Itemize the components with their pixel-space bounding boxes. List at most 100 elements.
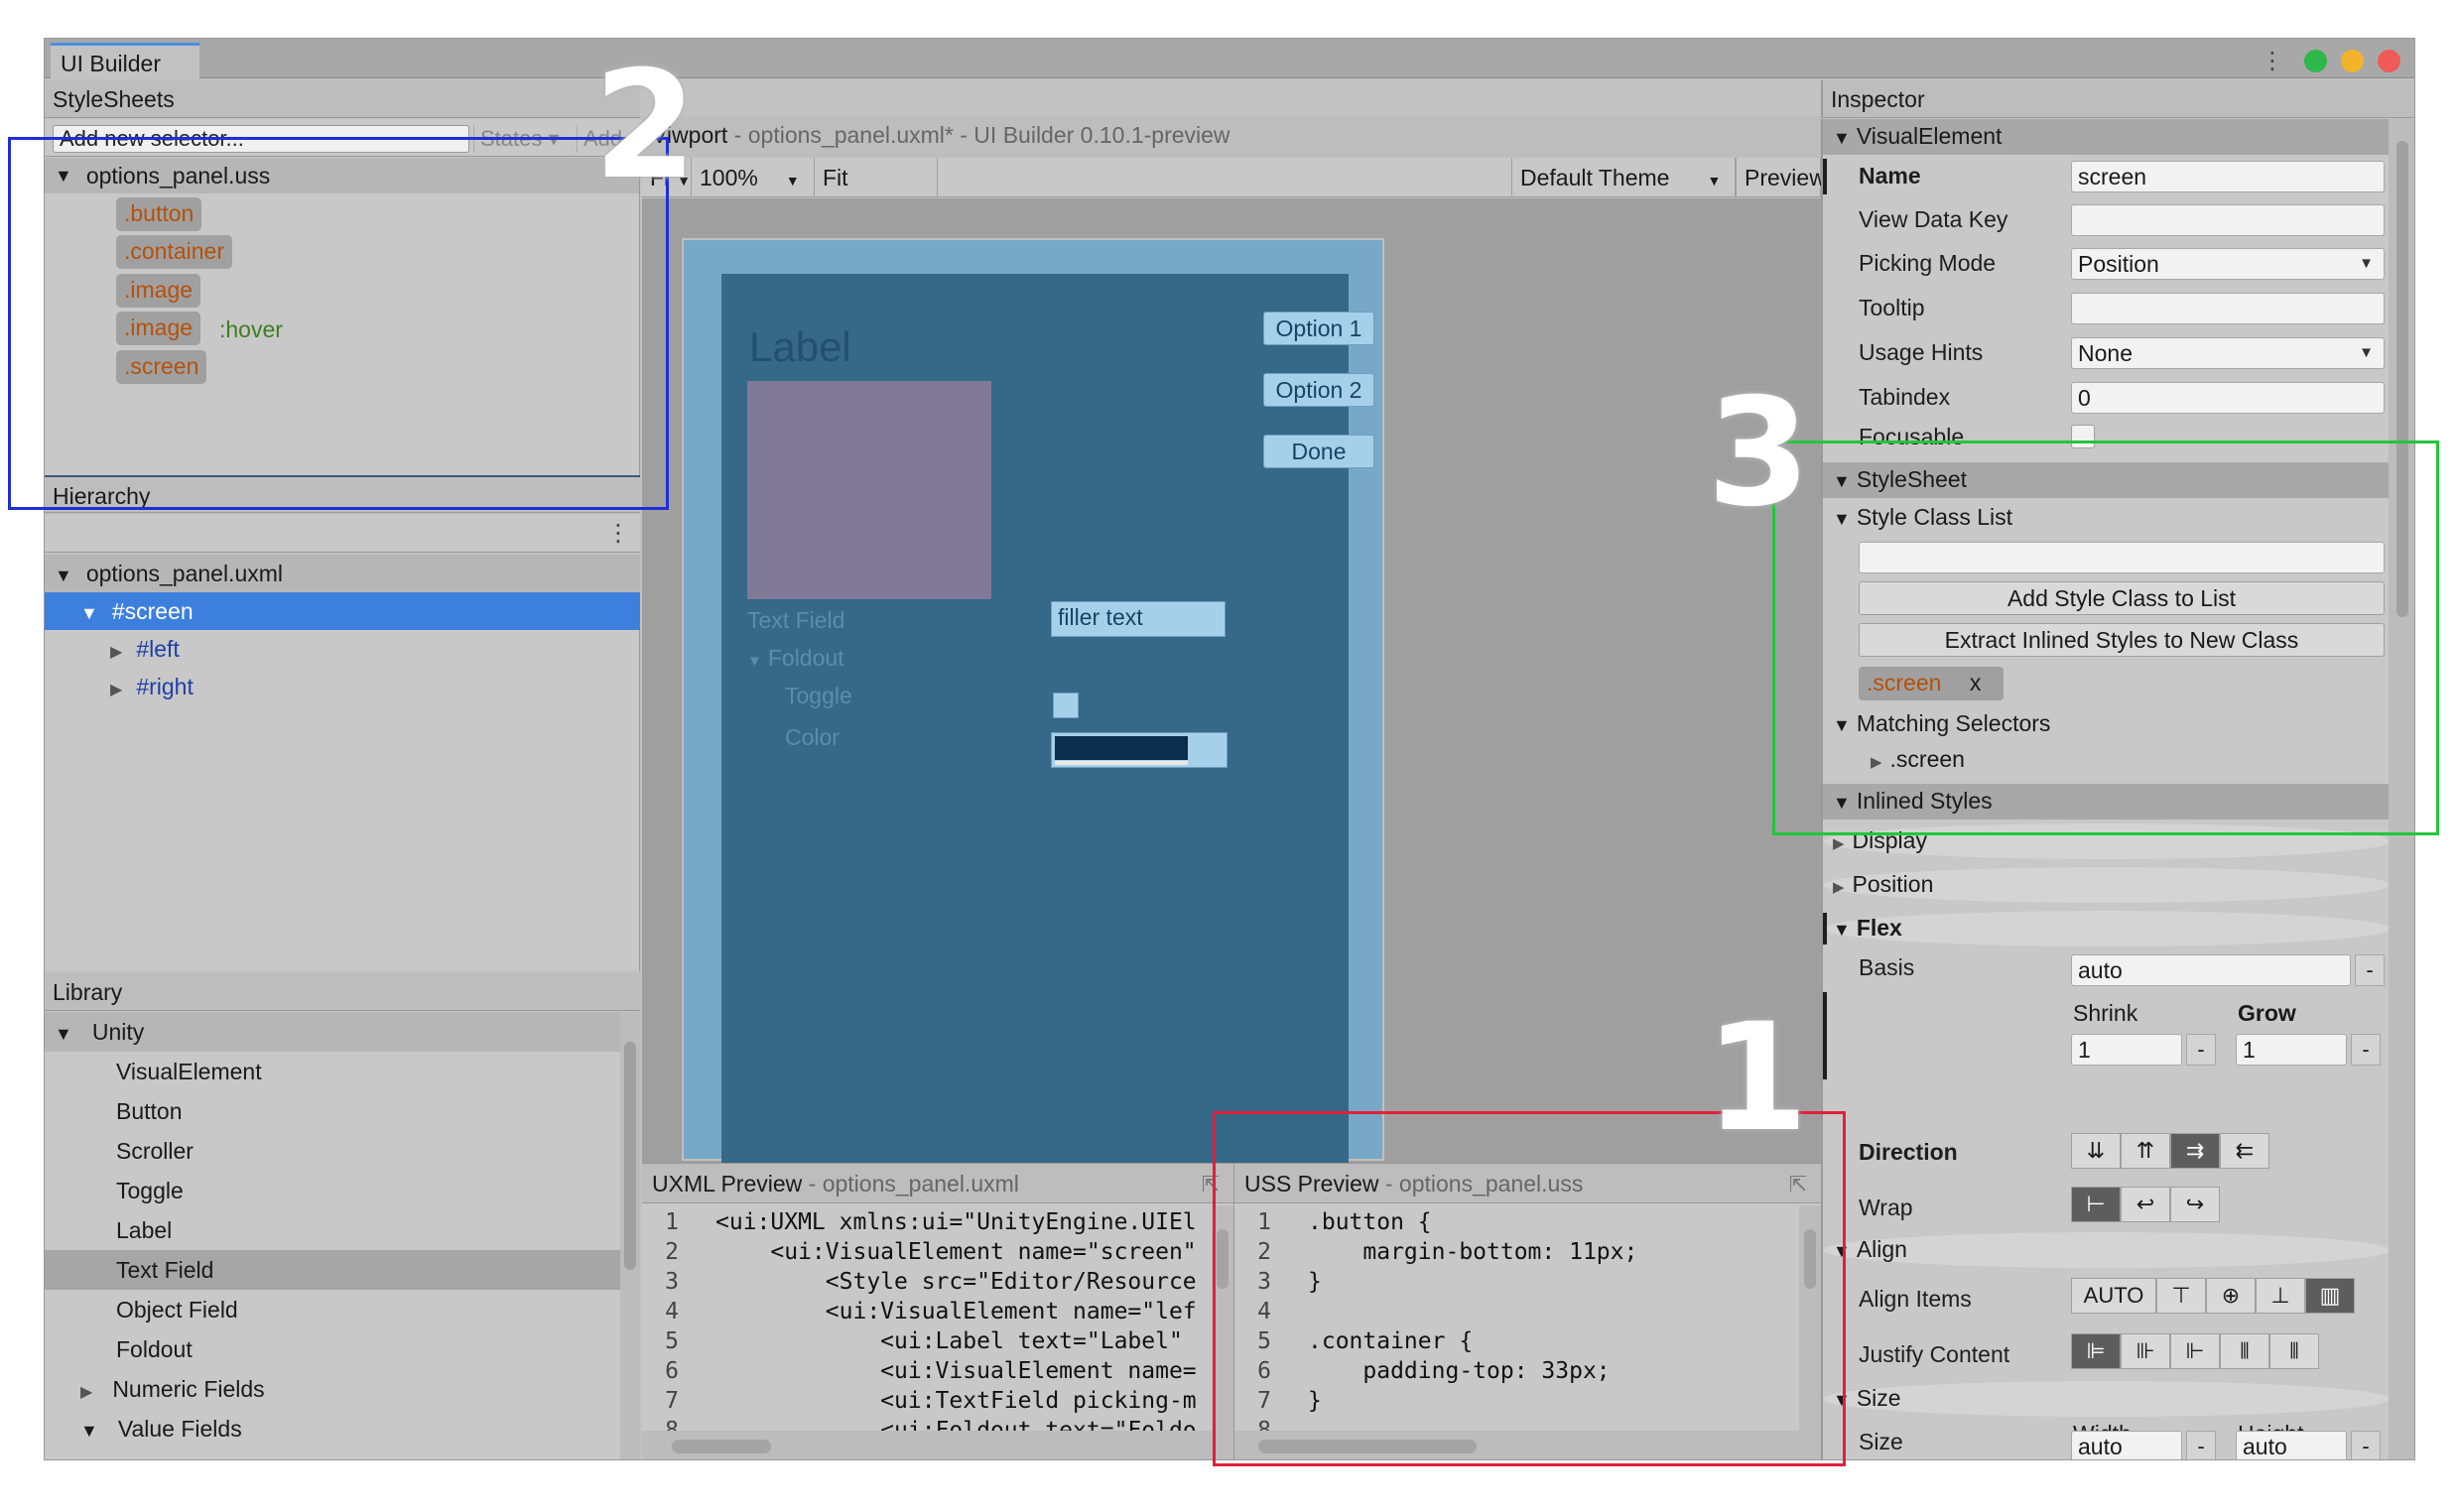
- library-group-value-fields[interactable]: ▼ Value Fields: [45, 1409, 620, 1449]
- justify-flex-end-icon[interactable]: ⊩: [2170, 1333, 2220, 1369]
- screen-element[interactable]: Label Option 1 Option 2 Done Text Field …: [721, 274, 1374, 1163]
- window-controls: ⋮: [2261, 47, 2400, 75]
- theme-dropdown[interactable]: Default Theme ▼: [1511, 158, 1736, 197]
- line-number: 1: [665, 1209, 679, 1235]
- canvas-frame[interactable]: Label Option 1 Option 2 Done Text Field …: [682, 238, 1384, 1163]
- expand-arrow-icon[interactable]: ▶: [110, 644, 122, 661]
- height-field[interactable]: auto: [2236, 1431, 2347, 1459]
- canvas-foldout[interactable]: ▼ Foldout: [747, 645, 844, 672]
- direction-row-icon[interactable]: ⇉: [2170, 1133, 2220, 1169]
- foldout-flex[interactable]: ▼ Flex: [1823, 911, 2389, 946]
- grow-unit-button[interactable]: -: [2351, 1034, 2381, 1066]
- library-scrollbar[interactable]: [620, 1012, 640, 1459]
- canvas-done-button[interactable]: Done: [1263, 435, 1374, 468]
- canvas-color-field[interactable]: [1051, 732, 1228, 768]
- foldout-position[interactable]: ▶ Position: [1823, 867, 2389, 903]
- wrap-nowrap-icon[interactable]: ⊢: [2071, 1187, 2121, 1222]
- maximize-button[interactable]: [2304, 50, 2327, 72]
- view-data-key-field[interactable]: [2071, 204, 2385, 236]
- code-line: <ui:TextField picking-m: [715, 1388, 1197, 1414]
- name-field[interactable]: screen: [2071, 161, 2385, 192]
- library-item[interactable]: Foldout: [45, 1329, 620, 1369]
- foldout-arrow-icon[interactable]: ▼: [80, 603, 98, 623]
- shrink-unit-button[interactable]: -: [2186, 1034, 2216, 1066]
- justify-flex-start-icon[interactable]: ⊫: [2071, 1333, 2121, 1369]
- expand-arrow-icon[interactable]: ▶: [80, 1384, 92, 1401]
- uxml-code[interactable]: 1 2 3 4 5 6 7 8 <ui:UXML xmlns:ui="UnityEngine.…: [642, 1205, 1212, 1432]
- picking-mode-dropdown[interactable]: Position: [2071, 248, 2385, 280]
- library-group-unity[interactable]: ▼ Unity: [45, 1012, 620, 1052]
- hierarchy-file-row[interactable]: ▼ options_panel.uxml: [45, 555, 640, 592]
- size-label: Size: [1859, 1429, 1903, 1454]
- direction-row-reverse-icon[interactable]: ⇇: [2220, 1133, 2269, 1169]
- library-item[interactable]: Toggle: [45, 1171, 620, 1210]
- wrap-reverse-icon[interactable]: ↪: [2170, 1187, 2220, 1222]
- scrollbar-thumb[interactable]: [672, 1440, 771, 1453]
- tabindex-field[interactable]: 0: [2071, 382, 2385, 414]
- hierarchy-item-screen[interactable]: ▼ #screen: [45, 592, 640, 630]
- library-item[interactable]: Object Field: [45, 1290, 620, 1329]
- canvas-option-1-button[interactable]: Option 1: [1263, 312, 1374, 345]
- direction-label: Direction: [1859, 1139, 1958, 1165]
- uxml-preview-title: UXML Preview: [652, 1171, 803, 1197]
- basis-field[interactable]: auto: [2071, 954, 2351, 986]
- canvas-image[interactable]: [747, 381, 991, 599]
- library-item[interactable]: Button: [45, 1091, 620, 1131]
- library-group-numeric-fields[interactable]: ▶ Numeric Fields: [45, 1369, 620, 1409]
- code-line: <ui:Label text="Label": [715, 1328, 1183, 1354]
- justify-space-between-icon[interactable]: ⦀: [2220, 1333, 2269, 1369]
- viewport-canvas-area[interactable]: Label Option 1 Option 2 Done Text Field …: [642, 198, 1821, 1163]
- foldout-arrow-icon[interactable]: ▼: [55, 1024, 72, 1044]
- code-line: <ui:UXML xmlns:ui="UnityEngine.UIEl: [715, 1209, 1197, 1235]
- direction-column-icon[interactable]: ⇊: [2071, 1133, 2121, 1169]
- height-unit-button[interactable]: -: [2351, 1431, 2381, 1459]
- canvas-label[interactable]: Label: [749, 323, 851, 371]
- foldout-arrow-icon[interactable]: ▼: [55, 566, 72, 585]
- zoom-dropdown[interactable]: 100% ▼: [692, 158, 815, 197]
- align-stretch-icon[interactable]: ▥: [2305, 1278, 2355, 1314]
- align-flex-end-icon[interactable]: ⊥: [2256, 1278, 2305, 1314]
- library-item[interactable]: Scroller: [45, 1131, 620, 1171]
- expand-arrow-icon[interactable]: ▶: [110, 682, 122, 698]
- uxml-horizontal-scrollbar[interactable]: [642, 1431, 1233, 1459]
- canvas-option-2-button[interactable]: Option 2: [1263, 373, 1374, 407]
- width-unit-button[interactable]: -: [2186, 1431, 2216, 1459]
- basis-unit-button[interactable]: -: [2355, 954, 2385, 986]
- canvas-toggle[interactable]: [1053, 693, 1079, 718]
- foldout-arrow-icon[interactable]: ▼: [80, 1421, 98, 1441]
- preview-toggle[interactable]: Preview: [1736, 158, 1826, 197]
- foldout-visual-element[interactable]: ▼ VisualElement: [1823, 119, 2389, 155]
- hierarchy-item-left[interactable]: ▶ #left: [45, 630, 640, 668]
- tooltip-field[interactable]: [2071, 293, 2385, 324]
- shrink-field[interactable]: 1: [2071, 1034, 2182, 1066]
- align-flex-start-icon[interactable]: ⊤: [2156, 1278, 2206, 1314]
- scrollbar-thumb[interactable]: [624, 1042, 636, 1270]
- usage-hints-dropdown[interactable]: None: [2071, 337, 2385, 369]
- grow-field[interactable]: 1: [2236, 1034, 2347, 1066]
- canvas-text-field[interactable]: filler text: [1051, 601, 1226, 637]
- window-tab[interactable]: UI Builder: [51, 43, 199, 78]
- library-item[interactable]: Label: [45, 1210, 620, 1250]
- color-label: Color: [785, 724, 840, 750]
- library-item[interactable]: VisualElement: [45, 1052, 620, 1091]
- close-button[interactable]: [2378, 50, 2400, 72]
- justify-center-icon[interactable]: ⊪: [2121, 1333, 2170, 1369]
- zoom-value: 100%: [700, 165, 758, 190]
- direction-column-reverse-icon[interactable]: ⇈: [2121, 1133, 2170, 1169]
- hierarchy-options-icon[interactable]: ⋮: [606, 519, 630, 548]
- foldout-size[interactable]: ▼ Size: [1823, 1381, 2389, 1417]
- hierarchy-item-right[interactable]: ▶ #right: [45, 668, 640, 705]
- more-options-icon[interactable]: ⋮: [2261, 47, 2284, 75]
- justify-space-around-icon[interactable]: ⫴: [2269, 1333, 2319, 1369]
- minimize-button[interactable]: [2341, 50, 2364, 72]
- library-item-selected[interactable]: Text Field: [45, 1250, 620, 1290]
- fit-canvas-button[interactable]: Fit Canvas: [815, 158, 938, 230]
- foldout-align[interactable]: ▼ Align: [1823, 1232, 2389, 1268]
- align-items-auto-button[interactable]: AUTO: [2071, 1278, 2156, 1314]
- width-field[interactable]: auto: [2071, 1431, 2182, 1459]
- align-center-icon[interactable]: ⊕: [2206, 1278, 2256, 1314]
- library-group-label: Unity: [91, 1019, 145, 1045]
- wrap-icon[interactable]: ↩: [2121, 1187, 2170, 1222]
- uxml-preview-header: UXML Preview - options_panel.uxml ⇱: [642, 1164, 1233, 1203]
- foldout-arrow-icon: ▼: [1833, 128, 1851, 148]
